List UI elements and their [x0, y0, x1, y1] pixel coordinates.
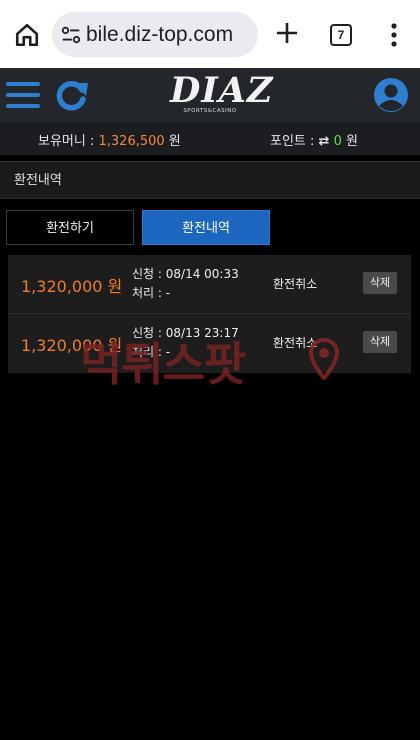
- points-balance: 포인트 : ⇄ 0 원: [270, 130, 358, 149]
- record-times: 신청 : 08/14 00:33 처리 : -: [132, 265, 239, 303]
- url-text[interactable]: bile.diz-top.com: [86, 12, 233, 57]
- site-logo[interactable]: DIAZ SPORTS&CASINO: [170, 70, 274, 118]
- points-value: 0: [333, 134, 342, 149]
- logo-text: DIAZ: [170, 70, 274, 111]
- money-unit: 원: [164, 134, 181, 149]
- tab-exchange-history[interactable]: 환전내역: [142, 210, 270, 245]
- tab-exchange[interactable]: 환전하기: [6, 210, 134, 245]
- new-tab-icon[interactable]: [276, 22, 298, 44]
- delete-button[interactable]: 삭제: [363, 272, 397, 294]
- delete-button[interactable]: 삭제: [363, 331, 397, 353]
- watermark-text: 먹튀스팟: [80, 337, 246, 391]
- record-amount: 1,320,000 원: [21, 277, 123, 296]
- tab-switcher-button[interactable]: 7: [330, 24, 352, 46]
- address-bar[interactable]: bile.diz-top.com: [52, 12, 258, 57]
- record-status: 환전취소: [273, 277, 318, 291]
- browser-toolbar: bile.diz-top.com 7: [0, 0, 420, 68]
- record-process-time: 처리 : -: [132, 286, 171, 300]
- home-icon[interactable]: [14, 22, 40, 48]
- hamburger-menu-icon[interactable]: [6, 80, 42, 110]
- site-header: DIAZ SPORTS&CASINO: [0, 68, 420, 122]
- record-request-time: 신청 : 08/14 00:33: [132, 267, 239, 281]
- site-settings-icon[interactable]: [60, 24, 82, 46]
- watermark: 먹튀스팟: [80, 328, 345, 402]
- refresh-icon[interactable]: [53, 78, 89, 112]
- more-menu-icon[interactable]: [384, 22, 404, 48]
- balance-bar: 보유머니 : 1,326,500 원 포인트 : ⇄ 0 원: [0, 122, 420, 155]
- points-unit: 원: [341, 134, 358, 149]
- logo-subtext: SPORTS&CASINO: [183, 108, 237, 114]
- money-value: 1,326,500: [98, 134, 165, 149]
- money-label: 보유머니 :: [38, 134, 99, 149]
- location-pin-icon: [309, 338, 339, 380]
- page-title: 환전내역: [0, 161, 420, 199]
- user-avatar-icon[interactable]: [373, 77, 409, 113]
- list-item: 1,320,000 원 신청 : 08/14 00:33 처리 : - 환전취소…: [8, 255, 411, 314]
- points-label: 포인트 :: [270, 134, 319, 149]
- money-balance: 보유머니 : 1,326,500 원: [38, 130, 181, 149]
- points-convert-icon[interactable]: ⇄: [319, 134, 330, 149]
